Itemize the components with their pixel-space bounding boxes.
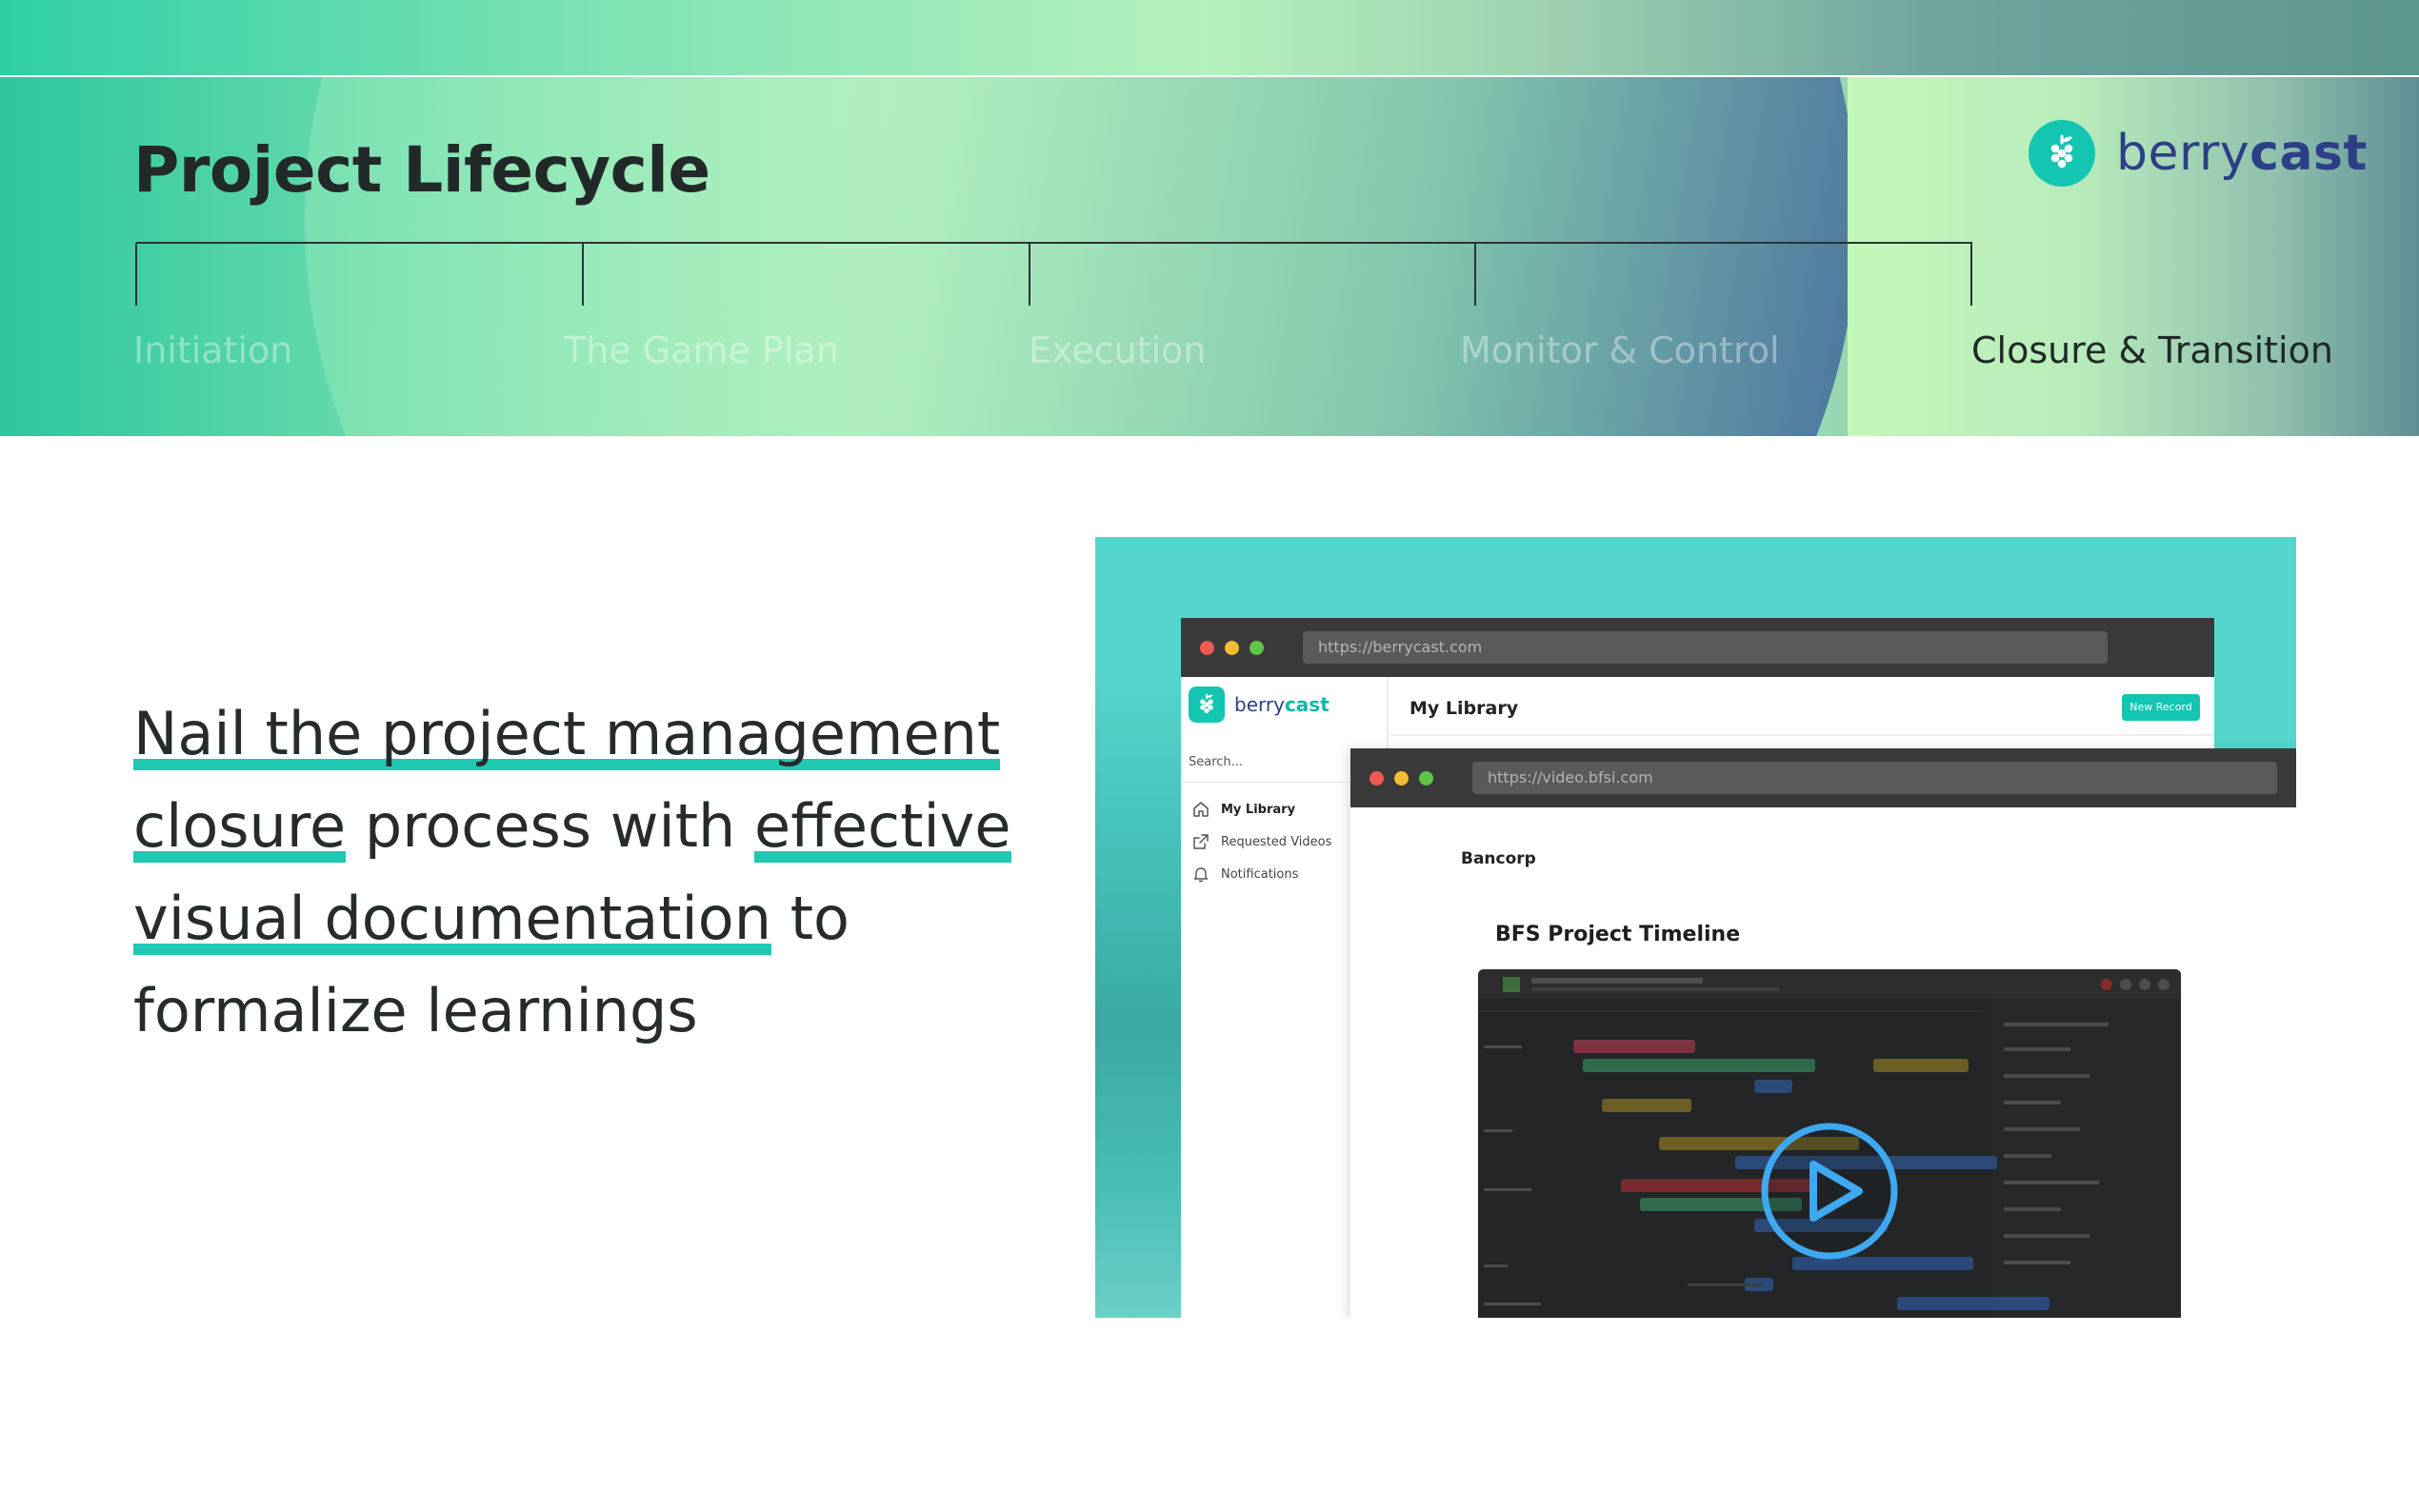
maximize-window-dot[interactable] xyxy=(1249,641,1264,655)
video-title: BFS Project Timeline xyxy=(1495,923,1741,946)
headline-text: to xyxy=(771,884,850,953)
header-divider xyxy=(1390,734,2214,736)
sidebar-item-label: Requested Videos xyxy=(1221,834,1332,849)
phase-the-game-plan[interactable]: The Game Plan xyxy=(564,329,839,371)
berrycast-logo[interactable]: berrycast xyxy=(2029,120,2368,187)
headline-text: process with xyxy=(346,791,755,861)
grape-icon xyxy=(2029,120,2095,187)
headline-highlight: visual documentation xyxy=(133,884,772,957)
home-icon xyxy=(1193,802,1209,817)
top-gradient-strip xyxy=(0,0,2419,75)
address-bar[interactable]: https://berrycast.com xyxy=(1303,631,2108,664)
logo-suffix: cast xyxy=(2249,125,2368,182)
browser-toolbar: https://video.bfsi.com xyxy=(1350,748,2296,807)
minimize-window-dot[interactable] xyxy=(1225,641,1239,655)
bell-icon xyxy=(1193,867,1209,883)
video-browser-window: https://video.bfsi.com Bancorp BFS Proje… xyxy=(1350,748,2296,1318)
headline-text: formalize learnings xyxy=(133,976,698,1045)
address-bar[interactable]: https://video.bfsi.com xyxy=(1472,762,2277,794)
external-link-icon xyxy=(1193,834,1209,849)
headline-highlight: effective xyxy=(754,791,1011,865)
app-logo-wordmark: berrycast xyxy=(1234,693,1329,716)
sidebar-item-requested-videos[interactable]: Requested Videos xyxy=(1192,833,1331,850)
phase-monitor-control[interactable]: Monitor & Control xyxy=(1460,329,1780,371)
play-icon[interactable] xyxy=(1758,1120,1901,1263)
sidebar-item-label: My Library xyxy=(1221,802,1296,817)
phase-closure-transition[interactable]: Closure & Transition xyxy=(1971,329,2333,371)
minimize-window-dot[interactable] xyxy=(1394,771,1409,786)
new-record-button[interactable]: New Record xyxy=(2122,694,2200,721)
phase-execution[interactable]: Execution xyxy=(1029,329,1206,371)
logo-wordmark: berrycast xyxy=(2116,125,2368,182)
app-logo-prefix: berry xyxy=(1234,693,1285,716)
sidebar-item-label: Notifications xyxy=(1221,866,1299,882)
headline: Nail the project management closure proc… xyxy=(133,687,1048,1057)
page-title: Project Lifecycle xyxy=(133,133,710,207)
library-title: My Library xyxy=(1409,698,1519,719)
maximize-window-dot[interactable] xyxy=(1419,771,1433,786)
product-preview: https://berrycast.com berrycast Search..… xyxy=(1095,537,2296,1318)
sidebar-item-notifications[interactable]: Notifications xyxy=(1192,865,1298,883)
preview-background-image xyxy=(1095,670,1181,1318)
headline-highlight: Nail the project management xyxy=(133,699,1001,772)
company-name: Bancorp xyxy=(1461,849,1536,868)
sidebar-item-my-library[interactable]: My Library xyxy=(1192,801,1295,818)
video-player[interactable] xyxy=(1478,969,2181,1318)
lifecycle-timeline xyxy=(135,242,1972,306)
close-window-dot[interactable] xyxy=(1369,771,1384,786)
search-input[interactable]: Search... xyxy=(1189,755,1243,769)
headline-highlight: closure xyxy=(133,791,347,865)
close-window-dot[interactable] xyxy=(1200,641,1214,655)
slide: Project Lifecycle berrycast Initiation T… xyxy=(0,0,2419,1512)
grape-icon xyxy=(1189,686,1225,723)
browser-toolbar: https://berrycast.com xyxy=(1181,618,2214,677)
app-logo-suffix: cast xyxy=(1284,693,1329,716)
logo-prefix: berry xyxy=(2116,125,2250,182)
phase-initiation[interactable]: Initiation xyxy=(133,329,292,371)
app-logo[interactable]: berrycast xyxy=(1189,686,1329,723)
